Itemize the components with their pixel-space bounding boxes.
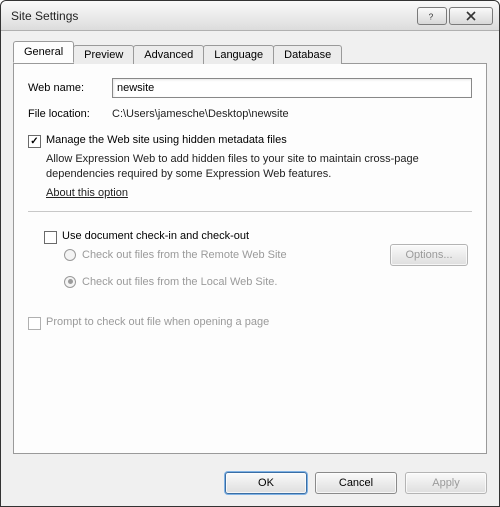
close-button[interactable] <box>449 7 493 25</box>
site-settings-dialog: Site Settings ? General Preview Advanced… <box>0 0 500 507</box>
manage-metadata-description: Allow Expression Web to add hidden files… <box>46 152 472 182</box>
file-location-row: File location: C:\Users\jamesche\Desktop… <box>28 108 472 120</box>
remote-radio-row: Check out files from the Remote Web Site… <box>44 244 472 266</box>
web-name-input[interactable] <box>112 78 472 98</box>
dialog-body: General Preview Advanced Language Databa… <box>1 31 499 462</box>
manage-metadata-row: Manage the Web site using hidden metadat… <box>28 134 472 148</box>
manage-metadata-label[interactable]: Manage the Web site using hidden metadat… <box>46 134 472 146</box>
manage-metadata-checkbox[interactable] <box>28 135 41 148</box>
remote-radio-label: Check out files from the Remote Web Site <box>82 249 390 261</box>
ok-button[interactable]: OK <box>225 472 307 494</box>
apply-button[interactable]: Apply <box>405 472 487 494</box>
close-icon <box>465 11 477 21</box>
use-checkin-checkbox[interactable] <box>44 231 57 244</box>
svg-text:?: ? <box>429 11 434 21</box>
tab-language[interactable]: Language <box>203 45 274 64</box>
prompt-checkout-checkbox <box>28 317 41 330</box>
prompt-checkout-row: Prompt to check out file when opening a … <box>28 316 472 330</box>
window-title: Site Settings <box>11 9 415 23</box>
tab-general[interactable]: General <box>13 41 74 63</box>
help-button[interactable]: ? <box>417 7 447 25</box>
file-location-value: C:\Users\jamesche\Desktop\newsite <box>112 108 289 120</box>
tab-database[interactable]: Database <box>273 45 342 64</box>
remote-radio-group: Check out files from the Remote Web Site <box>64 249 390 261</box>
local-radio-label: Check out files from the Local Web Site. <box>82 276 472 288</box>
cancel-button[interactable]: Cancel <box>315 472 397 494</box>
remote-radio <box>64 249 76 261</box>
help-icon: ? <box>426 11 438 21</box>
local-radio <box>64 276 76 288</box>
use-checkin-label[interactable]: Use document check-in and check-out <box>62 230 472 242</box>
checkin-section: Use document check-in and check-out Chec… <box>44 226 472 330</box>
tab-panel-general: Web name: File location: C:\Users\jamesc… <box>13 63 487 454</box>
section-divider <box>28 211 472 212</box>
file-location-label: File location: <box>28 108 112 120</box>
tabstrip: General Preview Advanced Language Databa… <box>13 41 487 63</box>
tab-advanced[interactable]: Advanced <box>133 45 204 64</box>
tab-preview[interactable]: Preview <box>73 45 134 64</box>
options-button[interactable]: Options... <box>390 244 468 266</box>
use-checkin-row: Use document check-in and check-out <box>44 230 472 244</box>
about-this-option-row: About this option <box>46 186 472 201</box>
about-this-option-link[interactable]: About this option <box>46 187 128 199</box>
dialog-footer: OK Cancel Apply <box>1 462 499 506</box>
prompt-checkout-label: Prompt to check out file when opening a … <box>46 316 472 328</box>
local-radio-row: Check out files from the Local Web Site. <box>64 276 472 288</box>
web-name-label: Web name: <box>28 82 112 94</box>
titlebar: Site Settings ? <box>1 1 499 31</box>
web-name-row: Web name: <box>28 78 472 98</box>
